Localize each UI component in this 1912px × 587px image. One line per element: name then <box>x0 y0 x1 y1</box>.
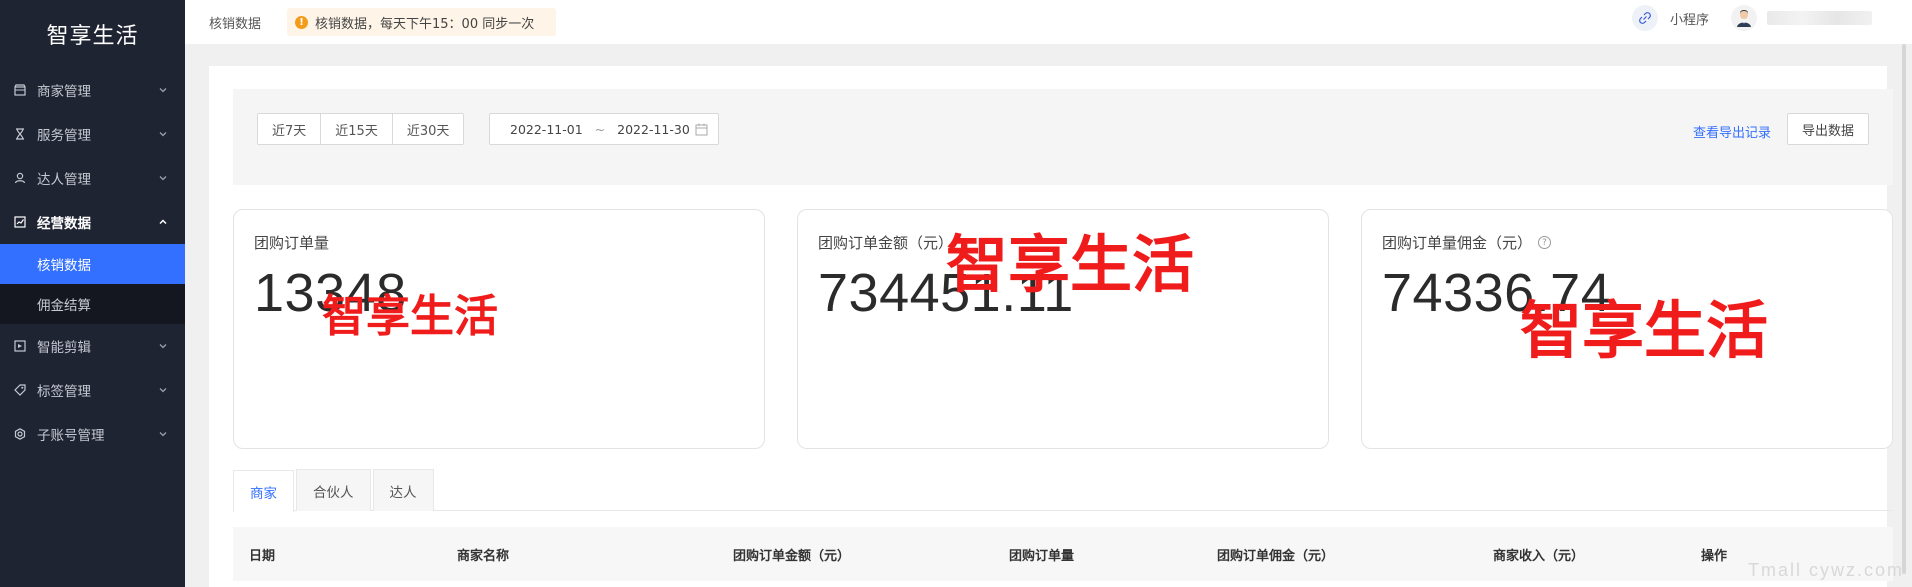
date-start: 2022-11-01 <box>510 121 583 137</box>
sidebar-item-label: 智能剪辑 <box>37 340 91 356</box>
stat-card-order-amount: 团购订单金额（元） 734451.11 智享生活 <box>797 209 1329 449</box>
sidebar-item-influencer[interactable]: 达人管理 <box>0 156 185 200</box>
user-icon <box>12 170 28 186</box>
content-panel: 近7天 近15天 近30天 2022-11-01 ~ 2022-11-30 查看… <box>209 66 1893 587</box>
stat-card-order-commission: 团购订单量佣金（元）? 74336.74 智享生活 <box>1361 209 1893 449</box>
tab-bar: 商家 合伙人 达人 <box>233 469 1893 512</box>
sidebar-item-service[interactable]: 服务管理 <box>0 112 185 156</box>
stat-card-value: 74336.74 <box>1382 263 1612 323</box>
column-header-merchant-name: 商家名称 <box>457 548 510 564</box>
range-7-days-button[interactable]: 近7天 <box>258 114 322 144</box>
chart-icon <box>12 214 28 230</box>
sidebar: 智享生活 商家管理 服务管理 达人管理 经营数据 核销数据 佣金结算 智能剪辑 … <box>0 0 185 587</box>
top-bar: 核销数据 ! 核销数据，每天下午15：00 同步一次 小程序 <box>185 0 1912 44</box>
brand-logo: 智享生活 <box>46 24 139 49</box>
column-header-date: 日期 <box>249 548 276 564</box>
chevron-up-icon <box>157 216 169 228</box>
table-header: 日期 商家名称 团购订单金额（元） 团购订单量 团购订单佣金（元） 商家收入（元… <box>233 527 1893 581</box>
chevron-down-icon <box>157 128 169 140</box>
sidebar-item-verification-data[interactable]: 核销数据 <box>0 244 185 284</box>
mini-program-link[interactable]: 小程序 <box>1670 9 1709 28</box>
tab-partner[interactable]: 合伙人 <box>296 469 371 511</box>
date-range-picker[interactable]: 2022-11-01 ~ 2022-11-30 <box>489 113 719 145</box>
date-end: 2022-11-30 <box>617 121 690 137</box>
stat-card-value: 734451.11 <box>818 263 1074 323</box>
column-header-order-amount: 团购订单金额（元） <box>733 548 851 564</box>
tab-merchant[interactable]: 商家 <box>233 470 294 512</box>
calendar-icon <box>695 123 708 136</box>
sidebar-item-sub-accounts[interactable]: 子账号管理 <box>0 412 185 456</box>
filter-bar: 近7天 近15天 近30天 2022-11-01 ~ 2022-11-30 查看… <box>233 89 1893 185</box>
sidebar-item-commission-settlement[interactable]: 佣金结算 <box>0 284 185 324</box>
sync-notice: ! 核销数据，每天下午15：00 同步一次 <box>287 8 557 36</box>
chevron-down-icon <box>157 84 169 96</box>
tag-icon <box>12 382 28 398</box>
sidebar-menu: 商家管理 服务管理 达人管理 经营数据 核销数据 佣金结算 智能剪辑 标签管理 … <box>0 68 185 456</box>
sidebar-submenu-business-data: 核销数据 佣金结算 <box>0 244 185 324</box>
main-area: 近7天 近15天 近30天 2022-11-01 ~ 2022-11-30 查看… <box>185 44 1912 587</box>
store-icon <box>12 82 28 98</box>
chevron-down-icon <box>157 172 169 184</box>
hourglass-icon <box>12 126 28 142</box>
column-header-merchant-income: 商家收入（元） <box>1493 548 1585 564</box>
sidebar-item-business-data[interactable]: 经营数据 <box>0 200 185 244</box>
view-export-records-link[interactable]: 查看导出记录 <box>1693 122 1771 141</box>
chevron-down-icon <box>157 384 169 396</box>
sidebar-item-label: 子账号管理 <box>37 428 105 444</box>
column-header-order-commission: 团购订单佣金（元） <box>1217 548 1335 564</box>
sidebar-item-label: 服务管理 <box>37 128 91 144</box>
chevron-down-icon <box>157 428 169 440</box>
sidebar-item-tags[interactable]: 标签管理 <box>0 368 185 412</box>
date-separator: ~ <box>594 121 606 137</box>
stat-card-title: 团购订单量 <box>254 234 330 252</box>
column-header-actions: 操作 <box>1701 548 1728 564</box>
corner-watermark: Tmall cywz.com <box>1747 560 1904 580</box>
sidebar-item-label: 商家管理 <box>37 84 91 100</box>
warning-icon: ! <box>295 15 309 29</box>
range-15-days-button[interactable]: 近15天 <box>321 114 393 144</box>
range-30-days-button[interactable]: 近30天 <box>392 114 464 144</box>
stat-card-value: 13348 <box>254 263 407 323</box>
column-header-order-count: 团购订单量 <box>1009 548 1075 564</box>
breadcrumb: 核销数据 <box>209 16 262 32</box>
avatar[interactable] <box>1731 5 1757 31</box>
top-right-actions: 小程序 <box>1631 0 1872 36</box>
stat-card-title: 团购订单量佣金（元）? <box>1382 232 1552 253</box>
stat-card-title: 团购订单金额（元） <box>818 234 954 252</box>
sync-notice-text: 核销数据，每天下午15：00 同步一次 <box>315 16 535 32</box>
tab-influencer[interactable]: 达人 <box>372 469 434 511</box>
sidebar-item-merchant[interactable]: 商家管理 <box>0 68 185 112</box>
quick-range-group: 近7天 近15天 近30天 <box>257 113 465 145</box>
stat-card-order-count: 团购订单量 13348 智享生活 <box>233 209 765 449</box>
help-icon[interactable]: ? <box>1538 236 1552 249</box>
export-data-button[interactable]: 导出数据 <box>1786 113 1869 145</box>
username-redacted[interactable] <box>1767 11 1872 25</box>
settings-icon <box>12 426 28 442</box>
sidebar-item-label: 经营数据 <box>37 216 91 232</box>
chevron-down-icon <box>157 340 169 352</box>
link-icon[interactable] <box>1631 5 1658 31</box>
sidebar-item-label: 标签管理 <box>37 384 91 400</box>
sidebar-item-smart-edit[interactable]: 智能剪辑 <box>0 324 185 368</box>
page-scrollbar[interactable] <box>1902 44 1906 574</box>
video-edit-icon <box>12 338 28 354</box>
sidebar-item-label: 达人管理 <box>37 172 91 188</box>
